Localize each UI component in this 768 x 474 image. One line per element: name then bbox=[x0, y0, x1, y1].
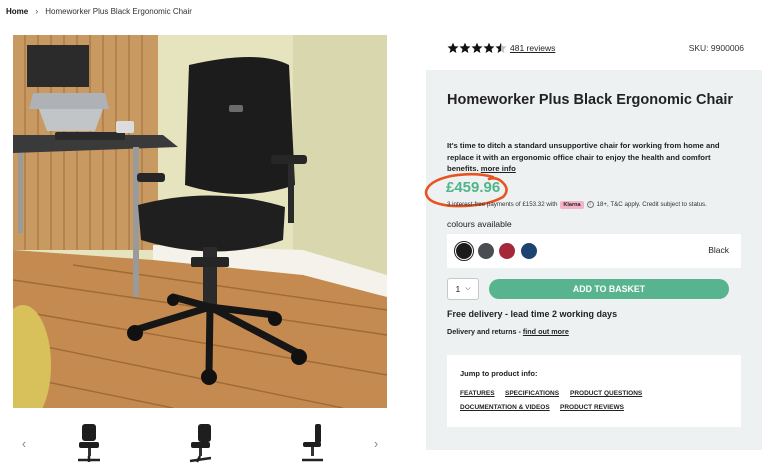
thumbnail-strip: ‹ › bbox=[13, 418, 387, 470]
delivery-info: Free delivery - lead time 2 working days bbox=[447, 309, 618, 319]
star-icon bbox=[471, 42, 483, 53]
star-icon bbox=[495, 42, 507, 53]
colours-label: colours available bbox=[447, 219, 512, 229]
star-icon bbox=[459, 42, 471, 53]
jump-link-product-reviews[interactable]: PRODUCT REVIEWS bbox=[560, 404, 624, 411]
breadcrumb-home-link[interactable]: Home bbox=[6, 7, 28, 16]
swatch-red[interactable] bbox=[499, 243, 515, 259]
swatch-grey[interactable] bbox=[478, 243, 494, 259]
star-icon bbox=[447, 42, 459, 53]
star-rating bbox=[447, 42, 507, 54]
klarna-financing: 3 interest-free payments of £153.32 with… bbox=[447, 200, 707, 209]
klarna-badge: Klarna bbox=[560, 200, 584, 209]
jump-link-specifications[interactable]: SPECIFICATIONS bbox=[505, 390, 559, 397]
chevron-down-icon: ⌵ bbox=[465, 285, 471, 292]
thumbnail-front[interactable] bbox=[66, 420, 112, 466]
product-main-image[interactable] bbox=[13, 35, 387, 408]
selected-colour-name: Black bbox=[708, 245, 729, 255]
product-title: Homeworker Plus Black Ergonomic Chair bbox=[447, 92, 734, 108]
chevron-right-icon: › bbox=[35, 6, 39, 16]
chair-thumbnail-angle bbox=[189, 424, 212, 463]
quantity-select[interactable]: 1 ⌵ bbox=[447, 278, 479, 300]
jump-to-section: Jump to product info: FEATURES SPECIFICA… bbox=[447, 355, 741, 427]
chevron-right-icon[interactable]: › bbox=[369, 434, 383, 454]
sku-label: SKU: 9900006 bbox=[688, 43, 744, 53]
returns-link[interactable]: find out more bbox=[523, 327, 569, 336]
quantity-value: 1 bbox=[455, 284, 461, 294]
thumbnail-side[interactable] bbox=[291, 420, 337, 466]
jump-link-features[interactable]: FEATURES bbox=[460, 390, 495, 397]
chevron-left-icon[interactable]: ‹ bbox=[17, 434, 31, 454]
rating-summary: 481 reviews bbox=[447, 41, 555, 55]
jump-link-documentation[interactable]: DOCUMENTATION & VIDEOS bbox=[460, 404, 550, 411]
chair-photo bbox=[13, 35, 387, 408]
klarna-text: 3 interest-free payments of £153.32 with bbox=[447, 201, 558, 208]
reviews-link[interactable]: 481 reviews bbox=[510, 43, 555, 53]
add-to-basket-button[interactable]: ADD TO BASKET bbox=[489, 279, 729, 299]
colour-selector: Black bbox=[447, 234, 741, 268]
chair-thumbnail-front bbox=[78, 424, 100, 462]
breadcrumb: Home › Homeworker Plus Black Ergonomic C… bbox=[6, 4, 192, 18]
breadcrumb-current: Homeworker Plus Black Ergonomic Chair bbox=[45, 6, 192, 16]
jump-title: Jump to product info: bbox=[460, 369, 538, 378]
more-info-link[interactable]: more info bbox=[481, 164, 516, 173]
swatch-black[interactable] bbox=[454, 241, 474, 261]
jump-link-product-questions[interactable]: PRODUCT QUESTIONS bbox=[570, 390, 642, 397]
product-info-panel: Homeworker Plus Black Ergonomic Chair It… bbox=[424, 70, 762, 450]
product-description: It's time to ditch a standard unsupporti… bbox=[447, 140, 737, 175]
product-price: £459.96 bbox=[446, 179, 501, 196]
returns-text: Delivery and returns - bbox=[447, 327, 521, 336]
star-icon bbox=[483, 42, 495, 53]
swatch-blue[interactable] bbox=[521, 243, 537, 259]
returns-info: Delivery and returns - find out more bbox=[447, 327, 569, 336]
klarna-terms: 18+, T&C apply. Credit subject to status… bbox=[596, 201, 707, 208]
chair-thumbnail-side bbox=[302, 424, 323, 462]
info-icon[interactable]: i bbox=[586, 201, 594, 208]
thumbnail-angle[interactable] bbox=[178, 420, 224, 466]
